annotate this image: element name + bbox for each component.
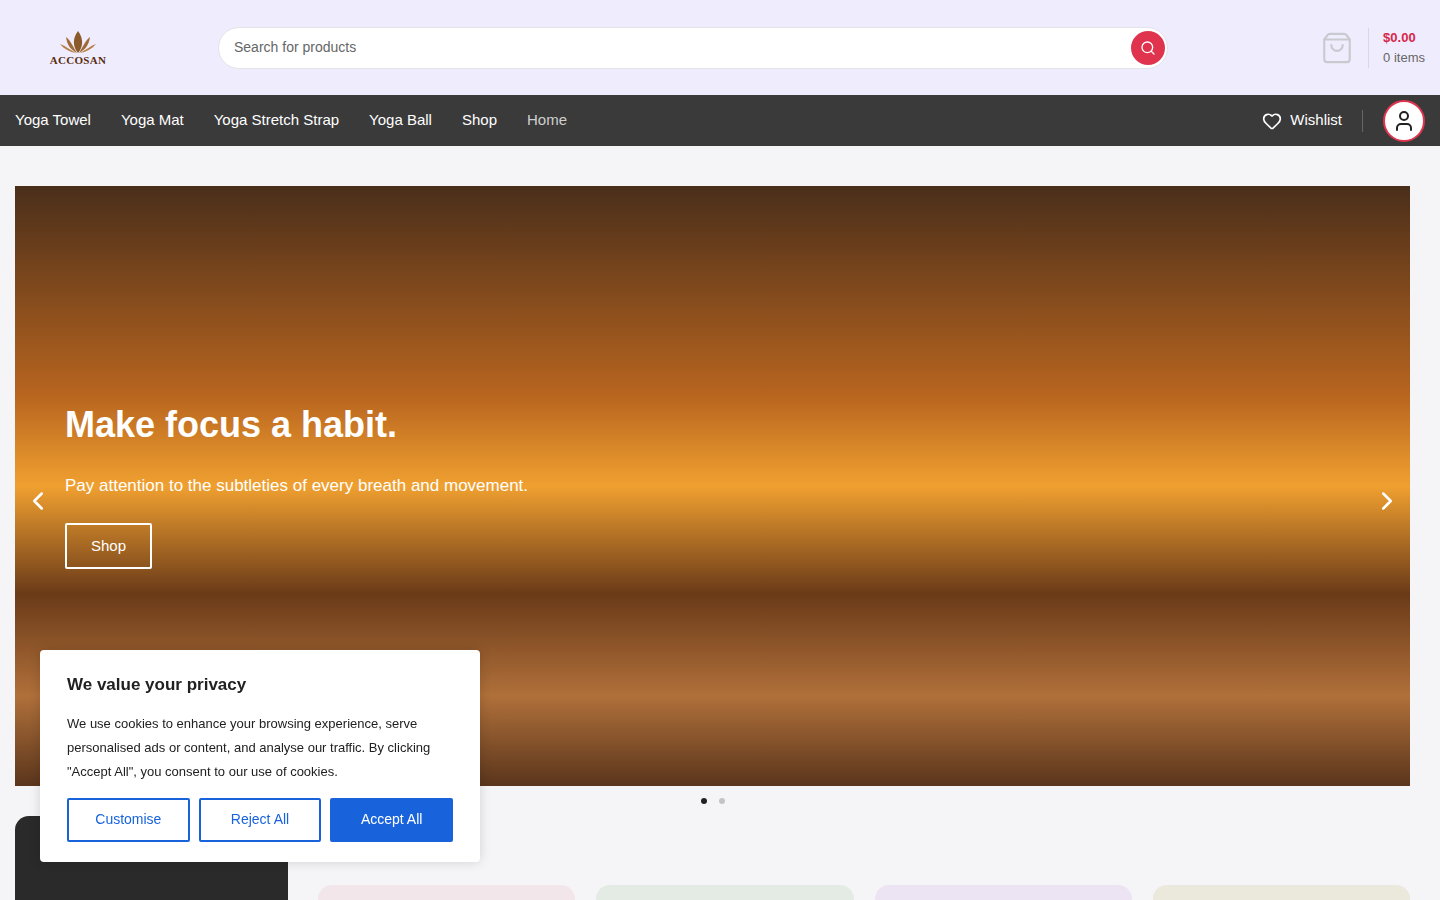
cookie-body: We use cookies to enhance your browsing … [67, 712, 453, 784]
heart-icon [1262, 111, 1282, 131]
nav-item[interactable]: Yoga Towel [15, 109, 91, 132]
nav-item[interactable]: Home [527, 109, 567, 132]
nav-item[interactable]: Yoga Stretch Strap [214, 109, 339, 132]
header: ACCOSAN Search for products $0.000 items [0, 0, 1440, 95]
product-image[interactable] [318, 885, 575, 900]
cookie-button[interactable]: Reject All [199, 798, 322, 842]
cookie-button[interactable]: Customise [67, 798, 190, 842]
page: ACCOSAN Search for products $0.000 items Yo… [0, 0, 1440, 900]
search-icon [1140, 40, 1156, 56]
user-icon [1392, 109, 1416, 133]
cart-items: 0 items [1383, 48, 1425, 68]
cookie-title: We value your privacy [67, 672, 453, 698]
nav-item[interactable]: Yoga Mat [121, 109, 184, 132]
slider-dot[interactable] [719, 798, 725, 804]
wishlist[interactable]: Wishlist [1262, 109, 1342, 132]
next-arrow-icon[interactable] [1372, 486, 1402, 516]
lotus-icon [58, 29, 98, 55]
product-image[interactable] [875, 885, 1132, 900]
search-button[interactable] [1131, 31, 1165, 65]
cookie-banner: We value your privacy We use cookies to e… [40, 650, 480, 862]
bag-icon [1320, 31, 1354, 65]
prev-arrow-icon[interactable] [23, 486, 53, 516]
nav-item[interactable]: Yoga Ball [369, 109, 432, 132]
hero-subtitle: Pay attention to the subtleties of every… [65, 473, 1410, 499]
cookie-button[interactable]: Accept All [330, 798, 453, 842]
logo[interactable]: ACCOSAN [33, 29, 123, 66]
cart-total: $0.00 [1383, 28, 1425, 48]
slider-dot[interactable] [701, 798, 707, 804]
nav-item[interactable]: Shop [462, 109, 497, 132]
hero-title: Make focus a habit. [65, 403, 1410, 447]
hero-shop-button[interactable]: Shop [65, 523, 152, 570]
product-image[interactable] [1153, 885, 1410, 900]
product-image[interactable] [596, 885, 853, 900]
account-button[interactable] [1383, 100, 1425, 142]
nav-bar: Yoga Towel Yoga Mat Yoga Stretch Strap Yoga… [0, 95, 1440, 146]
search-bar[interactable]: Search for products [218, 27, 1168, 69]
cart[interactable]: $0.000 items [1320, 28, 1425, 68]
